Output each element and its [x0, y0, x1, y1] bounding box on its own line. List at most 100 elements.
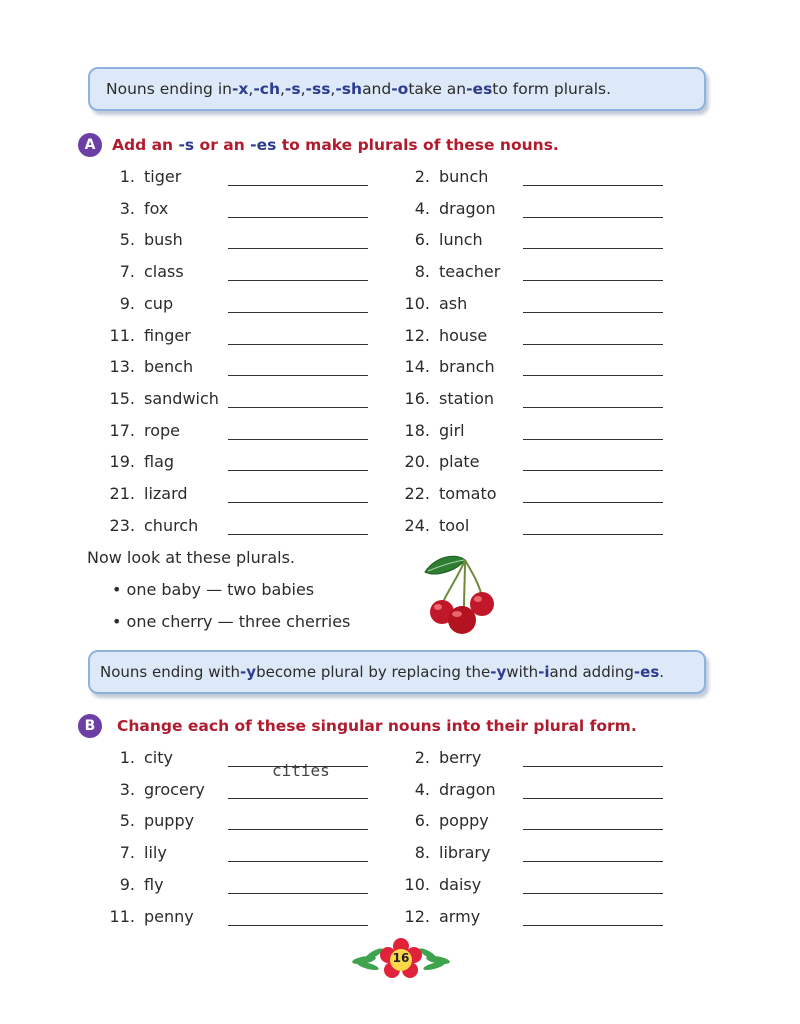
page-number-flower: 16 — [352, 938, 450, 982]
item-noun: puppy — [144, 811, 195, 831]
item-number: 12. — [404, 906, 430, 926]
item-number: 6. — [414, 811, 430, 831]
section-b-badge: B — [78, 714, 102, 738]
answer-blank[interactable] — [228, 185, 368, 186]
answer-blank[interactable] — [523, 797, 663, 799]
answer-blank[interactable] — [228, 502, 368, 503]
item-number: 4. — [414, 779, 430, 799]
item-number: 16. — [404, 388, 430, 408]
answer-blank[interactable] — [228, 280, 368, 282]
item-number: 10. — [404, 874, 430, 894]
item-number: 8. — [414, 262, 430, 282]
item-noun: fox — [144, 198, 169, 218]
answer-blank[interactable] — [228, 248, 368, 250]
answer-blank[interactable] — [228, 533, 368, 535]
answer-blank[interactable] — [228, 438, 368, 440]
item-number: 20. — [404, 452, 430, 472]
item-noun: flag — [144, 452, 175, 472]
item-number: 5. — [119, 811, 135, 831]
rule2-part-highlight: -y — [490, 663, 507, 681]
rule1-part-highlight: -o — [391, 80, 409, 98]
item-number: 2. — [414, 167, 430, 186]
rule1-part-highlight: -ch — [253, 80, 280, 98]
answer-blank[interactable] — [228, 406, 368, 408]
rule-box-plural-y: Nouns ending with -y become plural by re… — [88, 650, 706, 694]
item-noun: cup — [144, 293, 174, 313]
item-noun: bush — [144, 230, 183, 250]
item-noun: bench — [144, 357, 194, 377]
item-noun: tool — [439, 515, 470, 535]
page-number: 16 — [392, 951, 410, 965]
item-noun: grocery — [144, 779, 205, 799]
answer-blank[interactable] — [523, 766, 663, 767]
answer-blank[interactable] — [228, 343, 368, 345]
example-bullet-1: • one baby — two babies — [112, 580, 315, 599]
item-noun: library — [439, 843, 491, 863]
item-number: 11. — [109, 325, 135, 345]
handwritten-answer: cities — [272, 761, 330, 780]
item-noun: tiger — [144, 167, 182, 186]
rule1-part-highlight: -sh — [335, 80, 363, 98]
section-a-badge: A — [78, 133, 102, 157]
item-noun: bunch — [439, 167, 489, 186]
item-number: 24. — [404, 515, 430, 535]
rule1-part-highlight: -s — [284, 80, 301, 98]
rule1-part-highlight: -es — [466, 80, 493, 98]
item-number: 5. — [119, 230, 135, 250]
answer-blank[interactable] — [523, 343, 663, 345]
answer-blank[interactable] — [228, 375, 368, 377]
item-noun: sandwich — [144, 388, 219, 408]
answer-blank[interactable] — [523, 470, 663, 472]
item-noun: lizard — [144, 484, 188, 503]
answer-blank[interactable] — [523, 502, 663, 503]
answer-blank[interactable] — [228, 470, 368, 472]
rule1-part-text: and — [362, 80, 392, 98]
answer-blank[interactable] — [523, 892, 663, 894]
answer-blank[interactable] — [228, 311, 368, 313]
answer-blank[interactable] — [228, 829, 368, 831]
answer-blank[interactable] — [228, 892, 368, 894]
answer-blank[interactable] — [523, 280, 663, 282]
answer-blank[interactable] — [523, 924, 663, 926]
item-noun: branch — [439, 357, 495, 377]
example-text-1: one baby — two babies — [126, 580, 315, 599]
item-noun: lunch — [439, 230, 483, 250]
rule1-part-highlight: -x — [231, 80, 249, 98]
answer-blank[interactable] — [523, 533, 663, 535]
answer-blank[interactable] — [228, 924, 368, 926]
answer-blank[interactable] — [523, 185, 663, 186]
item-number: 19. — [109, 452, 135, 472]
answer-blank[interactable] — [523, 406, 663, 408]
section-b-heading: Change each of these singular nouns into… — [117, 717, 637, 735]
item-number: 8. — [414, 843, 430, 863]
answer-blank[interactable] — [523, 248, 663, 250]
answer-blank[interactable] — [523, 861, 663, 863]
item-noun: teacher — [439, 262, 501, 282]
rule1-part-text: Nouns ending in — [106, 80, 232, 98]
item-number: 4. — [414, 198, 430, 218]
item-number: 6. — [414, 230, 430, 250]
item-noun: berry — [439, 748, 482, 767]
answer-blank[interactable] — [523, 438, 663, 440]
answer-blank[interactable] — [228, 797, 368, 799]
item-number: 15. — [109, 388, 135, 408]
answer-blank[interactable] — [228, 216, 368, 218]
section-a-heading: Add an -s or an -es to make plurals of t… — [112, 136, 559, 154]
item-noun: lily — [144, 843, 167, 863]
answer-blank[interactable] — [523, 216, 663, 218]
item-noun: class — [144, 262, 184, 282]
item-number: 21. — [109, 484, 135, 503]
answer-blank[interactable]: cities — [228, 761, 368, 780]
item-number: 9. — [119, 293, 135, 313]
answer-blank[interactable] — [523, 311, 663, 313]
heading-a-part-highlight: -s — [178, 136, 195, 154]
item-number: 3. — [119, 198, 135, 218]
item-noun: house — [439, 325, 488, 345]
item-number: 1. — [119, 167, 135, 186]
item-number: 10. — [404, 293, 430, 313]
answer-blank[interactable] — [523, 829, 663, 831]
answer-blank[interactable] — [523, 375, 663, 377]
heading-a-part-highlight: -es — [250, 136, 277, 154]
answer-blank[interactable] — [228, 861, 368, 863]
rule-box-plural-es: Nouns ending in -x, -ch, -s, -ss, -sh an… — [88, 67, 706, 111]
